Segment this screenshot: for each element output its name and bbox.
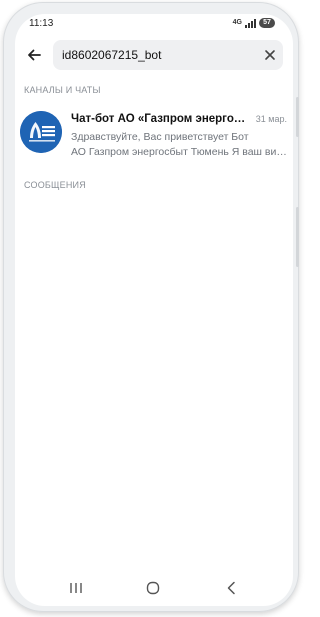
status-icons: 4G 57	[233, 18, 275, 28]
close-icon[interactable]	[263, 48, 277, 62]
avatar	[20, 111, 62, 153]
search-box[interactable]	[53, 40, 283, 70]
chat-preview: Здравствуйте, Вас приветствует Бот АО Га…	[71, 130, 287, 160]
navigation-bar	[15, 570, 293, 606]
back-arrow-icon[interactable]	[25, 46, 43, 64]
power-button	[296, 207, 299, 267]
search-header	[15, 40, 293, 70]
chat-date: 31 мар.	[255, 114, 287, 124]
phone-frame: 11:13 4G 57 КАНАЛЫ И ЧАТЫ	[3, 2, 299, 612]
gazprom-logo-icon	[20, 111, 62, 153]
screen: 11:13 4G 57 КАНАЛЫ И ЧАТЫ	[15, 14, 293, 606]
chevron-left-icon[interactable]	[226, 581, 236, 595]
status-time: 11:13	[29, 18, 54, 29]
section-title-messages: СООБЩЕНИЯ	[24, 180, 86, 190]
battery-icon: 57	[259, 18, 275, 28]
search-input[interactable]	[62, 47, 252, 63]
status-bar: 11:13 4G 57	[15, 14, 293, 36]
chat-name: Чат-бот АО «Газпром энергосбыт Тюмень»	[71, 113, 246, 125]
chat-preview-line-1: Здравствуйте, Вас приветствует Бот	[71, 131, 249, 143]
recents-icon[interactable]	[69, 582, 83, 594]
section-title-chats: КАНАЛЫ И ЧАТЫ	[24, 85, 101, 95]
volume-button	[296, 97, 299, 137]
signal-icon	[245, 18, 256, 28]
home-icon[interactable]	[146, 581, 160, 595]
network-indicator: 4G	[232, 19, 242, 26]
chat-preview-line-2: АО Газпром энергосбыт Тюмень Я ваш вирту…	[71, 146, 287, 158]
chat-list-item[interactable]: Чат-бот АО «Газпром энергосбыт Тюмень» 3…	[15, 110, 293, 168]
